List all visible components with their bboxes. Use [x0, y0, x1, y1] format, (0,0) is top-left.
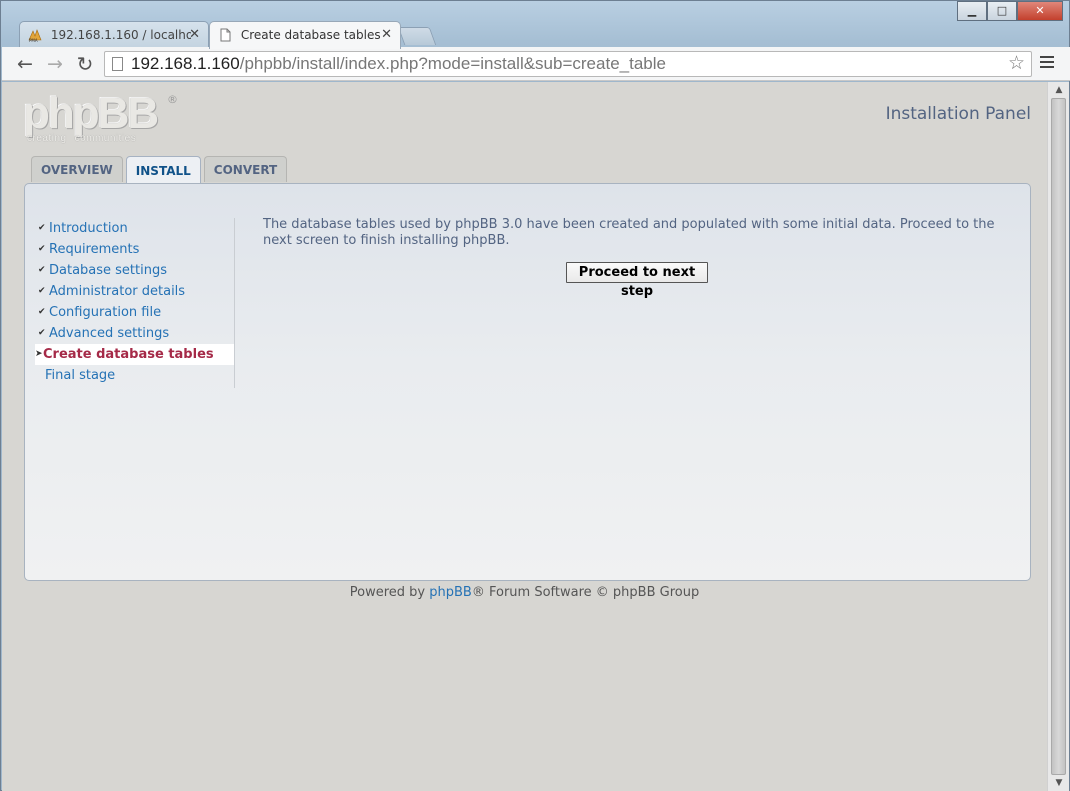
url-path: /phpbb/install/index.php?mode=install&su…: [239, 54, 666, 73]
check-bullet-icon: ✔: [38, 223, 46, 233]
panel-title: Installation Panel: [885, 104, 1031, 124]
menu-item-requirements[interactable]: ✔ Requirements: [35, 239, 234, 260]
menu-item-final-stage[interactable]: Final stage: [35, 365, 234, 386]
tab-close-icon[interactable]: ✕: [189, 27, 200, 42]
minimize-button[interactable]: ▁: [957, 1, 987, 21]
tab-title: Create database tables: [240, 28, 381, 42]
window-controls: ▁ □ ✕: [957, 1, 1063, 21]
proceed-button[interactable]: Proceed to next step: [566, 262, 708, 299]
tab-convert[interactable]: CONVERT: [203, 156, 288, 182]
logo-registered-mark: ®: [167, 93, 178, 106]
page-icon: [112, 57, 123, 71]
installer-tabs: OVERVIEW INSTALL CONVERT: [31, 156, 290, 184]
browser-toolbar: ← → ↻ 192.168.1.160/phpbb/install/index.…: [2, 47, 1070, 81]
menu-item-introduction[interactable]: ✔ Introduction: [35, 218, 234, 239]
phpmyadmin-icon: PMA: [28, 29, 42, 42]
check-bullet-icon: ✔: [38, 307, 46, 317]
url-host: 192.168.1.160: [131, 54, 240, 73]
reload-icon[interactable]: ↻: [74, 53, 96, 75]
bookmark-star-icon[interactable]: ☆: [1008, 52, 1025, 76]
phpbb-link[interactable]: phpBB: [429, 585, 472, 600]
menu-item-advanced-settings[interactable]: ✔ Advanced settings: [35, 323, 234, 344]
status-message: The database tables used by phpBB 3.0 ha…: [263, 217, 995, 248]
scroll-thumb[interactable]: [1051, 98, 1066, 775]
tab-close-icon[interactable]: ✕: [381, 27, 392, 42]
scroll-down-arrow-icon[interactable]: ▼: [1048, 775, 1070, 791]
forward-arrow-icon[interactable]: →: [44, 53, 66, 75]
tab-overview[interactable]: OVERVIEW: [31, 156, 123, 182]
phpbb-logo[interactable]: phpBB ® creating communities: [23, 92, 183, 150]
page-viewport: phpBB ® creating communities Installation…: [2, 82, 1047, 791]
close-window-button[interactable]: ✕: [1017, 1, 1063, 21]
browser-tab-create-database-tables[interactable]: Create database tables ✕: [209, 21, 401, 49]
vertical-scrollbar[interactable]: ▲ ▼: [1047, 82, 1069, 791]
title-bar: PMA 192.168.1.160 / localhos ✕ Create da…: [1, 1, 1069, 49]
check-bullet-icon: ✔: [38, 286, 46, 296]
install-panel: ✔ Introduction ✔ Requirements ✔ Database se…: [24, 183, 1031, 581]
arrow-bullet-icon: ➤: [35, 349, 43, 359]
menu-item-configuration-file[interactable]: ✔ Configuration file: [35, 302, 234, 323]
menu-item-database-settings[interactable]: ✔ Database settings: [35, 260, 234, 281]
logo-wordmark: phpBB: [23, 89, 159, 138]
browser-tab-phpmyadmin[interactable]: PMA 192.168.1.160 / localhos ✕: [19, 21, 209, 48]
back-arrow-icon[interactable]: ←: [14, 53, 36, 75]
browser-window: PMA 192.168.1.160 / localhos ✕ Create da…: [0, 0, 1070, 791]
check-bullet-icon: ✔: [38, 244, 46, 254]
install-steps-menu: ✔ Introduction ✔ Requirements ✔ Database se…: [35, 218, 235, 388]
logo-tagline: creating communities: [27, 133, 137, 144]
address-bar[interactable]: 192.168.1.160/phpbb/install/index.php?mo…: [104, 51, 1032, 77]
scroll-up-arrow-icon[interactable]: ▲: [1048, 82, 1070, 98]
svg-text:PMA: PMA: [29, 38, 38, 42]
new-tab-button[interactable]: [397, 27, 437, 45]
menu-item-create-database-tables[interactable]: ➤ Create database tables: [35, 344, 234, 365]
menu-item-administrator-details[interactable]: ✔ Administrator details: [35, 281, 234, 302]
check-bullet-icon: ✔: [38, 328, 46, 338]
maximize-button[interactable]: □: [987, 1, 1017, 21]
tab-install[interactable]: INSTALL: [125, 156, 201, 184]
check-bullet-icon: ✔: [38, 265, 46, 275]
page-icon: [220, 28, 231, 42]
hamburger-menu-icon[interactable]: [1040, 56, 1054, 72]
page-footer: Powered by phpBB® Forum Software © phpBB…: [349, 585, 700, 600]
tab-title: 192.168.1.160 / localhos: [50, 28, 191, 42]
